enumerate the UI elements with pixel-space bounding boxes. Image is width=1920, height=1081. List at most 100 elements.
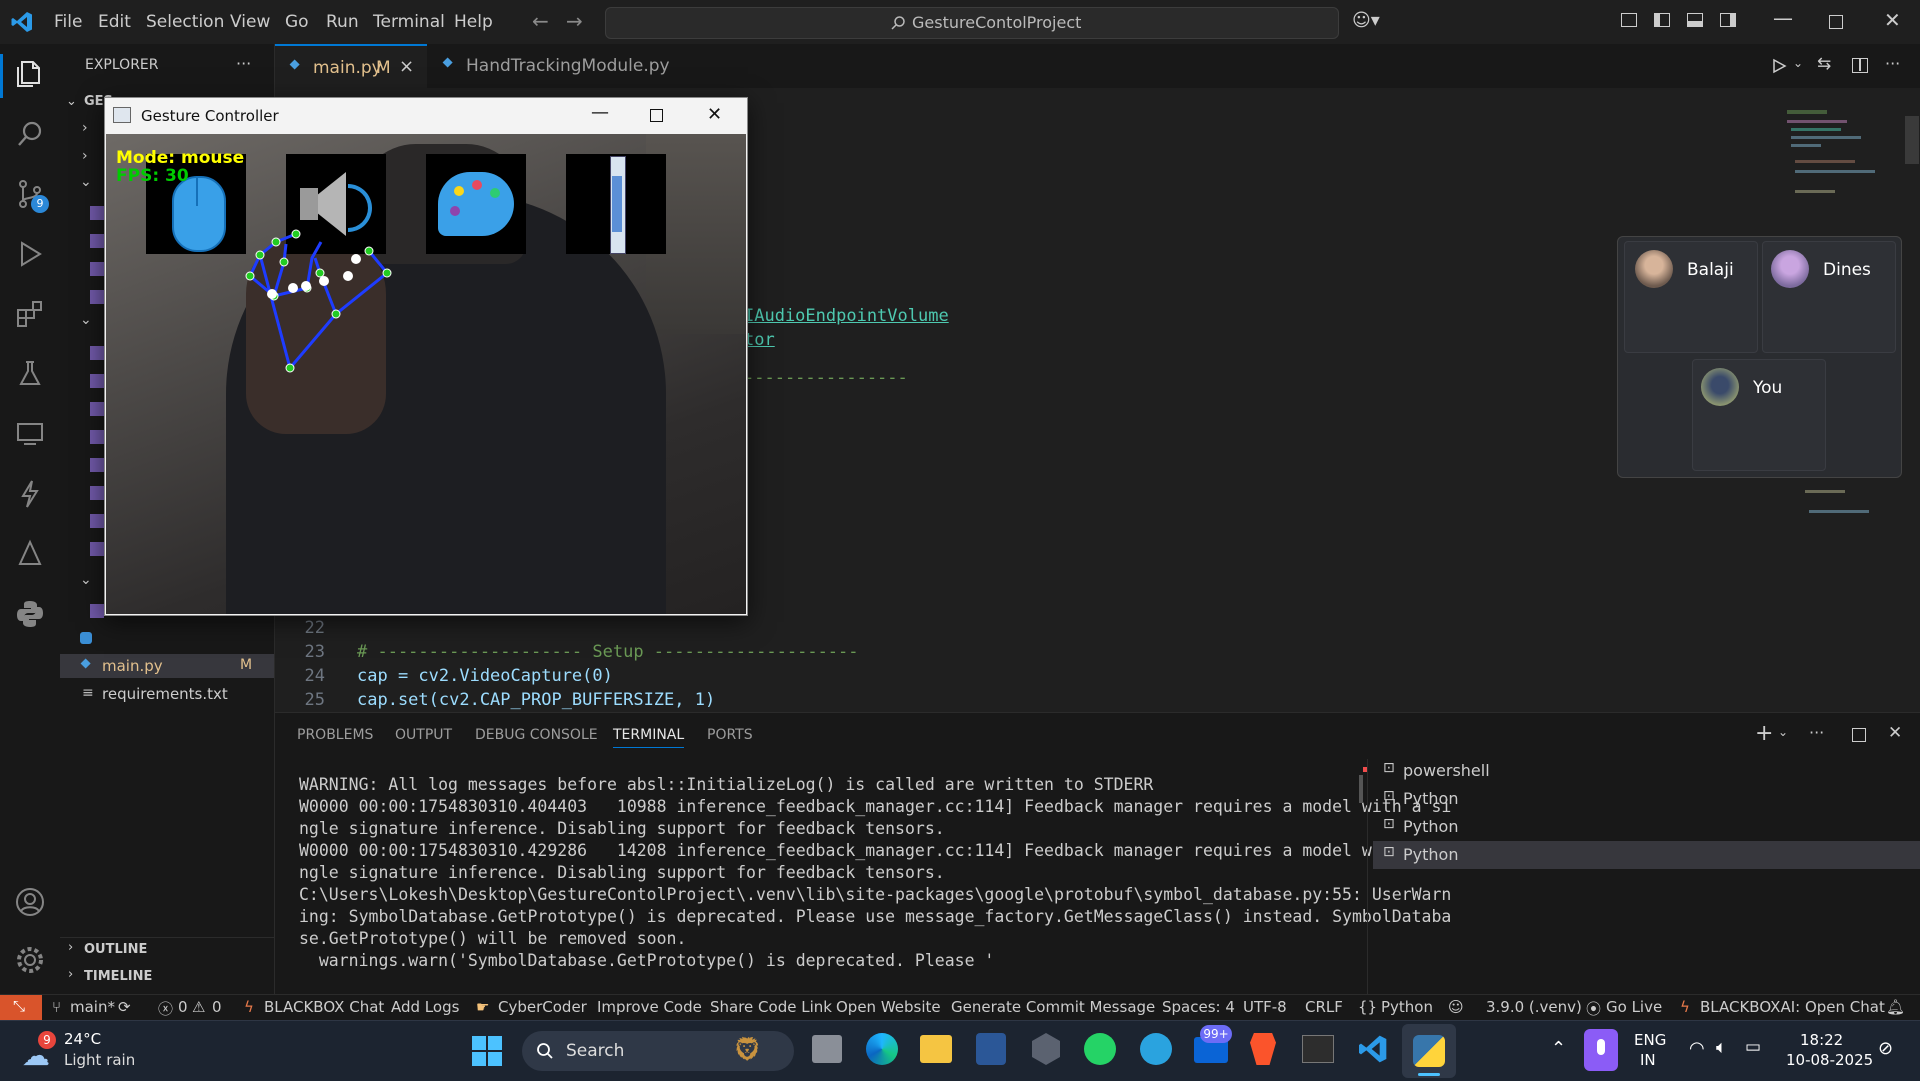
vscode-taskbar-icon[interactable] — [1357, 1033, 1389, 1065]
python-app-icon[interactable] — [1413, 1035, 1445, 1067]
status-go-live[interactable]: Go Live — [1606, 998, 1662, 1016]
language-bottom[interactable]: IN — [1640, 1051, 1656, 1069]
sync-icon[interactable]: ⟳ — [118, 998, 131, 1016]
notifications-bell-icon[interactable]: 🔔︎ — [1886, 998, 1905, 1016]
tab-main-py[interactable]: ⯁ main.py M × — [275, 44, 427, 90]
status-add-logs[interactable]: Add Logs — [391, 998, 459, 1016]
menu-help[interactable]: Help — [454, 12, 493, 32]
tab-ports[interactable]: PORTS — [707, 727, 753, 743]
taskbar-search-box[interactable]: Search 🦁︎ — [522, 1031, 794, 1071]
tree-chevron-icon[interactable]: ⌄ — [80, 572, 92, 588]
tab-problems[interactable]: PROBLEMS — [297, 727, 373, 743]
file-explorer-icon[interactable] — [920, 1035, 952, 1063]
battery-icon[interactable]: ▭ — [1745, 1037, 1761, 1057]
gesture-controller-window[interactable]: Gesture Controller — ✕ Mode: mouse FPS: … — [104, 97, 748, 616]
microphone-icon[interactable] — [1584, 1029, 1618, 1071]
brave-browser-icon[interactable] — [1250, 1033, 1276, 1065]
status-language[interactable]: Python — [1381, 998, 1433, 1016]
toggle-secondary-sidebar-icon[interactable] — [1720, 13, 1736, 27]
blackbox-icon[interactable] — [14, 478, 46, 510]
file-row-main-py[interactable]: ⯁ main.py M — [60, 654, 274, 678]
participant-tile-self[interactable]: You — [1692, 359, 1826, 471]
weather-widget[interactable]: ☁ 9 — [20, 1031, 60, 1072]
clock-date[interactable]: 10-08-2025 — [1786, 1051, 1873, 1069]
tab-debug-console[interactable]: DEBUG CONSOLE — [475, 727, 598, 743]
new-terminal-icon[interactable]: + — [1755, 721, 1773, 746]
remote-explorer-icon[interactable] — [14, 418, 46, 450]
extensions-icon[interactable] — [14, 298, 46, 330]
participant-tile[interactable]: Balaji — [1624, 241, 1758, 353]
chevron-up-icon[interactable]: ⌃ — [1551, 1038, 1566, 1059]
remote-indicator[interactable]: ⤡ — [0, 995, 42, 1021]
status-blackbox-chat[interactable]: BLACKBOX Chat — [264, 998, 384, 1016]
status-interpreter[interactable]: 3.9.0 (.venv) — [1486, 998, 1582, 1016]
terminal-list-item[interactable]: ⊡ powershell — [1373, 757, 1920, 785]
forward-arrow-icon[interactable]: → — [566, 9, 583, 33]
whatsapp-icon[interactable] — [1084, 1033, 1116, 1065]
warning-icon[interactable]: ⚠ — [192, 998, 205, 1016]
toggle-primary-sidebar-icon[interactable] — [1654, 13, 1670, 27]
testing-icon[interactable] — [14, 358, 46, 390]
run-file-icon[interactable] — [1771, 58, 1787, 74]
terminal-app-icon[interactable] — [1302, 1035, 1334, 1063]
menu-edit[interactable]: Edit — [98, 12, 131, 32]
tree-chevron-icon[interactable]: › — [82, 120, 88, 136]
close-window-icon[interactable]: ✕ — [1884, 8, 1901, 32]
minimize-icon[interactable]: — — [591, 102, 609, 123]
more-actions-icon[interactable]: ··· — [1885, 54, 1900, 73]
tree-chevron-icon[interactable]: ⌄ — [80, 174, 92, 190]
timeline-section[interactable]: TIMELINE — [84, 969, 152, 984]
copilot-icon[interactable]: ☺▾ — [1352, 10, 1380, 31]
start-windows-icon[interactable] — [472, 1036, 502, 1066]
errors-icon[interactable]: ⓧ — [158, 998, 173, 1019]
terminal-list-item[interactable]: ⊡ Python — [1373, 785, 1920, 813]
run-debug-icon[interactable] — [14, 238, 46, 270]
deploy-icon[interactable] — [14, 538, 46, 570]
explorer-more-icon[interactable]: ··· — [236, 54, 251, 73]
tree-chevron-icon[interactable]: › — [82, 148, 88, 164]
microsoft-store-icon[interactable] — [976, 1033, 1006, 1065]
python-icon[interactable] — [14, 598, 46, 630]
status-blackbox-open-chat[interactable]: BLACKBOXAI: Open Chat — [1700, 998, 1885, 1016]
status-open-website[interactable]: Open Website — [836, 998, 941, 1016]
volume-icon[interactable]: 🔈︎ — [1716, 1037, 1727, 1058]
edge-icon[interactable] — [866, 1033, 898, 1065]
terminal-scrollbar[interactable] — [1359, 775, 1363, 803]
restore-icon[interactable] — [1829, 15, 1843, 29]
status-cybercoder[interactable]: CyberCoder — [498, 998, 587, 1016]
search-view-icon[interactable] — [14, 118, 46, 150]
language-top[interactable]: ENG — [1634, 1031, 1666, 1049]
tab-handtracking[interactable]: ⯁ HandTrackingModule.py — [428, 44, 670, 88]
root-chevron-icon[interactable]: ⌄ — [66, 94, 77, 109]
participant-tile[interactable]: Dines — [1762, 241, 1896, 353]
menu-terminal[interactable]: Terminal — [373, 12, 445, 32]
back-arrow-icon[interactable]: ← — [532, 9, 549, 33]
telegram-icon[interactable] — [1140, 1033, 1172, 1065]
compare-changes-icon[interactable]: ⇆ — [1817, 54, 1831, 74]
close-panel-icon[interactable]: ✕ — [1888, 723, 1902, 743]
warning-count[interactable]: 0 — [212, 998, 222, 1016]
explorer-icon[interactable] — [14, 58, 46, 90]
meeting-participants-panel[interactable]: Balaji Dines You — [1617, 236, 1902, 478]
command-center-search[interactable]: GestureContolProject — [605, 7, 1339, 39]
panel-more-icon[interactable]: ··· — [1809, 723, 1824, 742]
accounts-icon[interactable] — [14, 886, 46, 918]
close-tab-icon[interactable]: × — [399, 56, 414, 77]
maximize-icon[interactable] — [650, 109, 663, 122]
wifi-icon[interactable]: ◠ — [1689, 1038, 1705, 1059]
unity-app-icon[interactable] — [1032, 1033, 1060, 1065]
menu-file[interactable]: File — [54, 12, 82, 32]
status-improve-code[interactable]: Improve Code — [597, 998, 702, 1016]
split-editor-icon[interactable] — [1852, 58, 1868, 73]
clock-time[interactable]: 18:22 — [1800, 1031, 1843, 1049]
status-encoding[interactable]: UTF-8 — [1243, 998, 1287, 1016]
status-eol[interactable]: CRLF — [1305, 998, 1343, 1016]
tree-chevron-icon[interactable]: ⌄ — [80, 312, 92, 328]
branch-name[interactable]: main* — [70, 998, 115, 1016]
menu-view[interactable]: View — [230, 12, 270, 32]
tab-terminal[interactable]: TERMINAL — [613, 727, 685, 748]
file-row-requirements[interactable]: ≡ requirements.txt — [60, 682, 274, 706]
manage-gear-icon[interactable] — [14, 944, 46, 976]
status-share-code-link[interactable]: Share Code Link — [710, 998, 832, 1016]
tab-output[interactable]: OUTPUT — [395, 727, 452, 743]
